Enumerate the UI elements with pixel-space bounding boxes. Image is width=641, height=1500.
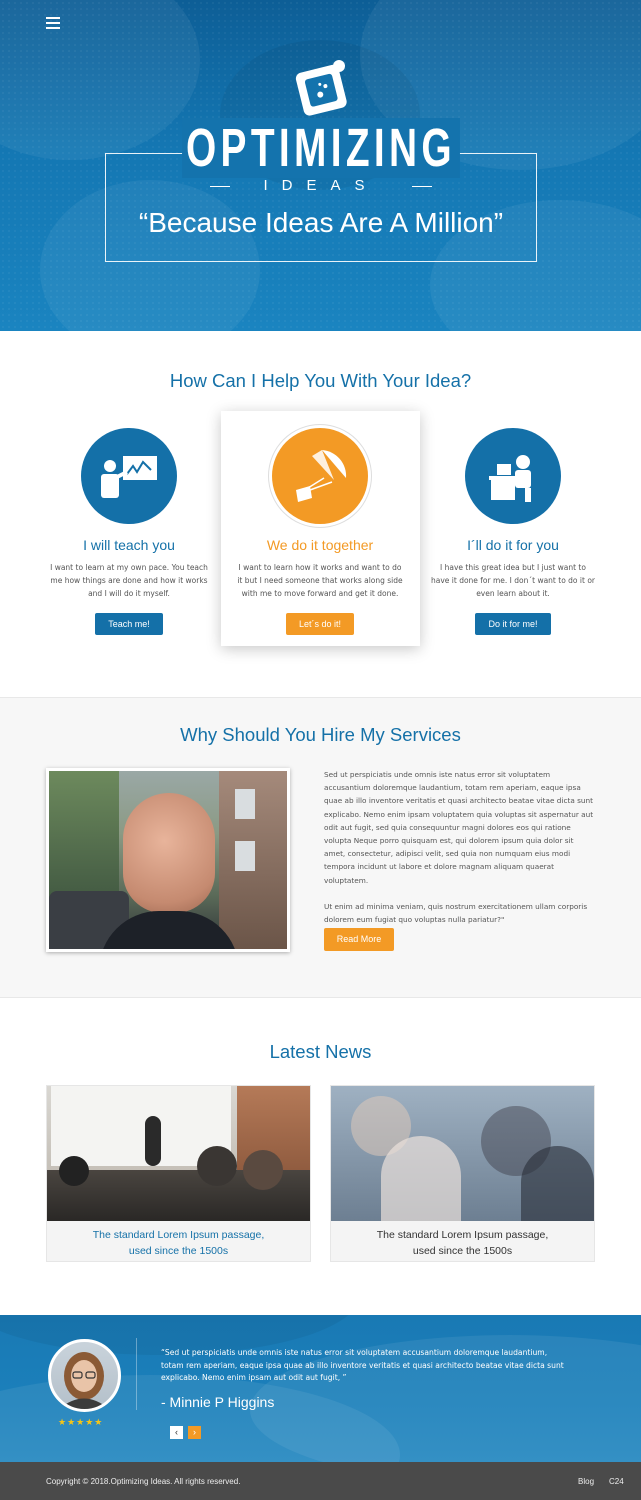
footer-link-blog[interactable]: Blog (578, 1477, 594, 1486)
prev-arrow-icon[interactable]: ‹ (170, 1426, 183, 1439)
why-paragraph: Sed ut perspiciatis unde omnis iste natu… (324, 770, 594, 885)
service-title: I will teach you (83, 537, 175, 553)
news-caption: The standard Lorem Ipsum passage, used s… (92, 1229, 265, 1257)
menu-icon[interactable] (46, 17, 60, 29)
service-description: I have this great idea but I just want t… (431, 563, 595, 598)
news-image (47, 1086, 310, 1221)
service-together: We do it together I want to learn how it… (236, 428, 404, 635)
hero-tagline: “Because Ideas Are A Million” (138, 207, 504, 238)
footer-link-c24[interactable]: C24 (609, 1477, 624, 1486)
desk-worker-icon (465, 428, 561, 524)
profile-photo (46, 768, 290, 952)
parachute-icon (272, 428, 368, 524)
rating-stars: ★★★★★ (58, 1417, 104, 1427)
brand-subtitle: IDEAS (210, 176, 432, 196)
service-teach: I will teach you I want to learn at my o… (48, 428, 210, 635)
read-more-button[interactable]: Read More (324, 928, 394, 951)
testimonial-author: - Minnie P Higgins (161, 1394, 275, 1410)
teacher-icon (81, 428, 177, 524)
avatar (48, 1339, 121, 1412)
copyright: Copyright © 2018.Optimizing Ideas. All r… (46, 1477, 241, 1486)
lets-do-it-button[interactable]: Let´s do it! (285, 613, 355, 635)
service-description: I want to learn at my own pace. You teac… (50, 563, 208, 598)
why-body: Sed ut perspiciatis unde omnis iste natu… (324, 768, 596, 939)
help-section-title: How Can I Help You With Your Idea? (169, 370, 472, 391)
service-title: We do it together (266, 537, 374, 553)
why-paragraph: Ut enim ad minima veniam, quis nostrum e… (324, 901, 588, 925)
do-it-for-me-button[interactable]: Do it for me! (475, 613, 551, 635)
service-for-you: I´ll do it for you I have this great ide… (430, 428, 596, 635)
service-title: I´ll do it for you (467, 537, 559, 553)
news-card[interactable]: The standard Lorem Ipsum passage, used s… (46, 1085, 311, 1262)
why-section-title: Why Should You Hire My Services (180, 724, 461, 745)
next-arrow-icon[interactable]: › (188, 1426, 201, 1439)
news-card[interactable]: The standard Lorem Ipsum passage, used s… (330, 1085, 595, 1262)
brand-wordmark: OPTIMIZING (165, 118, 476, 178)
service-description: I want to learn how it works and want to… (237, 563, 403, 598)
divider (136, 1338, 137, 1410)
logo-icon (295, 60, 347, 116)
news-section-title: Latest News (269, 1041, 372, 1062)
teach-me-button[interactable]: Teach me! (95, 613, 163, 635)
testimonial-quote: “Sed ut perspiciatis unde omnis iste nat… (161, 1348, 564, 1382)
news-image (331, 1086, 594, 1221)
news-caption: The standard Lorem Ipsum passage, used s… (376, 1229, 549, 1257)
